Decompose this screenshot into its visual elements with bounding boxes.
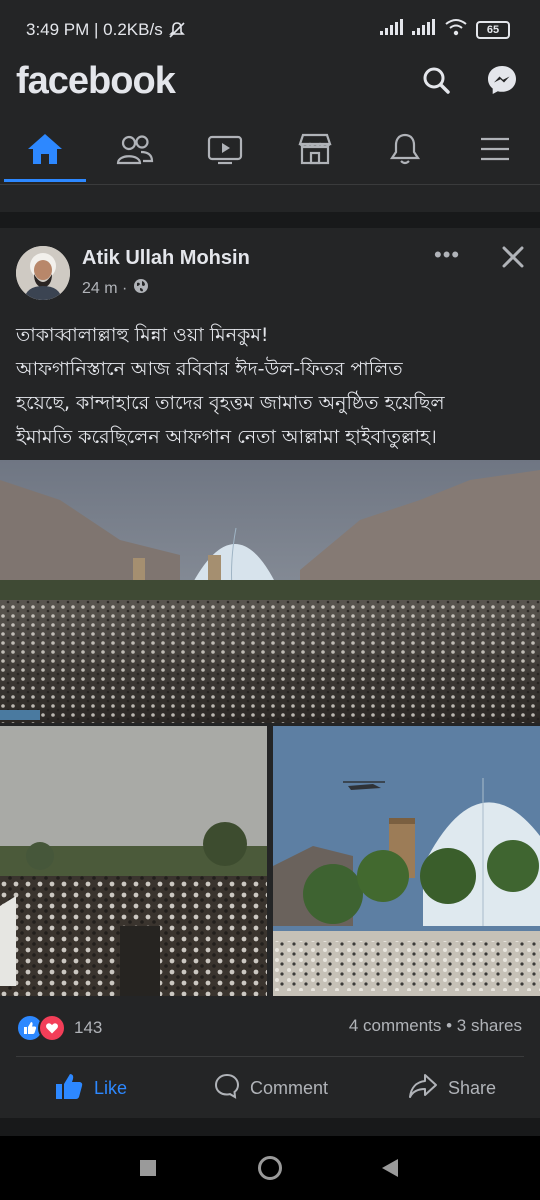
post-meta: 24 m · [82, 278, 149, 299]
reaction-summary[interactable]: 143 [16, 1014, 102, 1042]
nav-bar [0, 118, 540, 185]
store-icon [296, 132, 334, 171]
post-text-line: ইমামতি করেছিলেন আফগান নেতা আল্লামা হাইবা… [16, 426, 437, 448]
post-text: তাকাব্বালাল্লাহু মিন্না ওয়া মিনকুম! আফগ… [16, 318, 526, 454]
friends-icon [116, 133, 154, 170]
like-button[interactable]: Like [54, 1070, 127, 1106]
share-label: Share [448, 1077, 497, 1098]
status-time: 3:49 PM | 0.2KB/s [26, 20, 163, 39]
post-photo-left[interactable] [0, 726, 267, 996]
video-icon [206, 133, 244, 170]
post-photo-main[interactable] [0, 460, 540, 723]
tab-friends[interactable] [112, 128, 158, 174]
tab-menu[interactable] [472, 128, 518, 174]
tab-watch[interactable] [202, 128, 248, 174]
search-icon[interactable] [418, 62, 454, 98]
divider [16, 1056, 524, 1057]
post-text-line: হয়েছে, কান্দাহারে তাদের বৃহত্তম জামাত অ… [16, 392, 445, 414]
like-label: Like [94, 1077, 128, 1098]
close-icon[interactable] [498, 242, 528, 272]
system-nav-bar [0, 1136, 540, 1200]
tab-home[interactable] [22, 128, 68, 174]
signal-icon [380, 19, 404, 40]
thumbs-up-icon [54, 1072, 84, 1105]
comments-shares-count[interactable]: 4 comments • 3 shares [349, 1016, 522, 1036]
avatar[interactable] [16, 246, 70, 300]
reaction-count: 143 [74, 1018, 103, 1037]
post-text-line: তাকাব্বালাল্লাহু মিন্না ওয়া মিনকুম! [16, 324, 269, 346]
recents-icon[interactable] [139, 1159, 157, 1182]
post-text-line: আফগানিস্তানে আজ রবিবার ঈদ-উল-ফিতর পালিত [16, 358, 403, 380]
love-reaction-icon [38, 1014, 66, 1042]
battery-icon: 65 [476, 20, 510, 39]
mute-icon [168, 21, 186, 44]
wifi-icon [444, 18, 468, 41]
bell-icon [387, 131, 423, 172]
more-options-icon[interactable]: ••• [434, 242, 460, 268]
back-icon[interactable] [380, 1157, 400, 1184]
tab-notifications[interactable] [382, 128, 428, 174]
post-author[interactable]: Atik Ullah Mohsin [82, 247, 250, 270]
tab-marketplace[interactable] [292, 128, 338, 174]
post-photo-right[interactable] [273, 726, 540, 996]
share-button[interactable]: Share [408, 1070, 496, 1106]
comment-button[interactable]: Comment [214, 1070, 328, 1106]
feed-separator-bottom [0, 1118, 540, 1136]
facebook-logo[interactable]: facebook [16, 60, 176, 103]
home-icon [26, 132, 64, 171]
signal-icon-2 [412, 19, 436, 40]
post-time[interactable]: 24 m · [82, 280, 127, 298]
globe-icon [133, 278, 149, 299]
active-tab-indicator [4, 179, 86, 182]
feed-separator [0, 212, 540, 228]
messenger-icon[interactable] [484, 62, 520, 98]
share-icon [408, 1073, 438, 1104]
home-circle-icon[interactable] [257, 1155, 283, 1186]
comment-icon [214, 1073, 240, 1104]
top-bar: facebook [0, 56, 540, 114]
comment-label: Comment [250, 1077, 329, 1098]
status-bar: 3:49 PM | 0.2KB/s 65 [0, 0, 540, 56]
hamburger-icon [478, 134, 512, 169]
